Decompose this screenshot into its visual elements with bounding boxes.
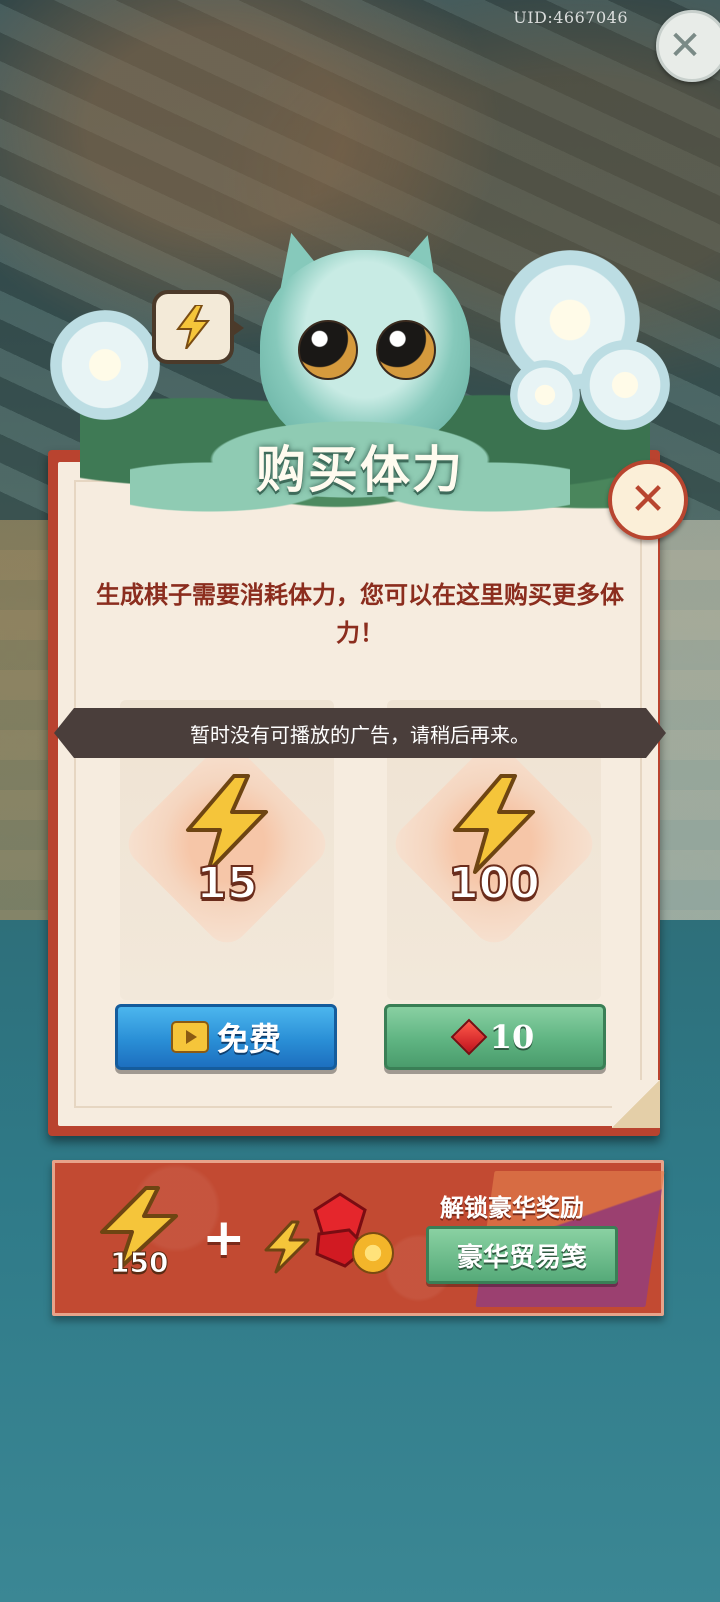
lotus-flower-icon xyxy=(580,340,670,430)
dialog-title: 购买体力 xyxy=(256,440,464,499)
gem-price-label: 10 xyxy=(489,1018,535,1056)
speech-bubble xyxy=(152,290,244,364)
buy-with-gems-button[interactable]: 10 xyxy=(384,1004,606,1070)
lotus-flower-icon xyxy=(50,310,160,420)
header-artwork: 购买体力 xyxy=(40,226,680,530)
lightning-icon xyxy=(176,305,210,349)
page-fold xyxy=(612,1080,660,1128)
free-button-label: 免费 xyxy=(216,1020,281,1058)
red-gem-icon xyxy=(450,1018,488,1056)
deluxe-trade-pass-button[interactable]: 豪华贸易笺 xyxy=(426,1226,618,1284)
close-icon: ✕ xyxy=(668,23,702,69)
ad-unavailable-banner: 暂时没有可播放的广告，请稍后再来。 xyxy=(54,708,666,758)
offer-amount: 15 xyxy=(195,857,258,910)
offer-amount: 100 xyxy=(447,857,541,910)
uid-label: UID:4667046 xyxy=(513,8,628,27)
promo-energy-amount: 150 xyxy=(109,1246,169,1280)
dialog-description: 生成棋子需要消耗体力，您可以在这里购买更多体力！ xyxy=(96,580,624,647)
coin-icon xyxy=(352,1232,394,1274)
plus-icon: + xyxy=(202,1208,246,1268)
cat-eye xyxy=(298,320,358,380)
free-watch-ad-button[interactable]: 免费 xyxy=(115,1004,337,1070)
top-close-button[interactable]: ✕ xyxy=(656,10,720,82)
close-icon: ✕ xyxy=(629,474,667,525)
dialog-close-button[interactable]: ✕ xyxy=(608,460,688,540)
video-play-icon xyxy=(170,1021,209,1053)
cat-eye xyxy=(376,320,436,380)
promo-title: 解锁豪华奖励 xyxy=(440,1193,584,1222)
